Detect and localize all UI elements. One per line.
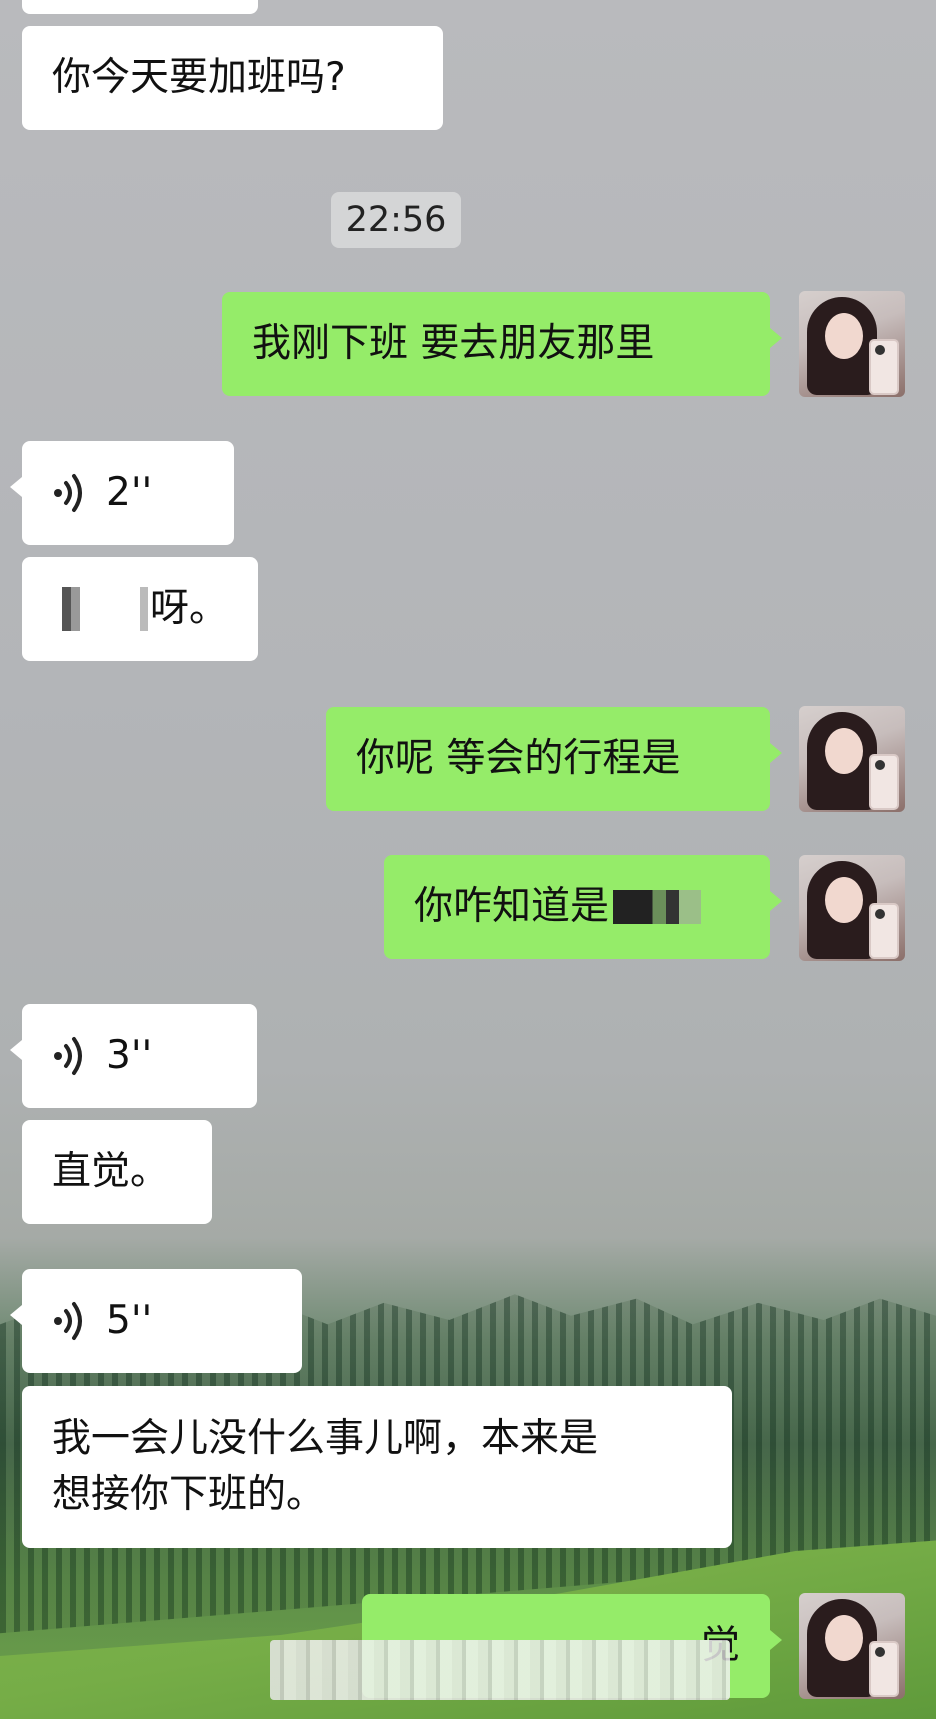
voice-wave-icon bbox=[54, 1037, 82, 1075]
avatar[interactable] bbox=[799, 1593, 905, 1699]
avatar[interactable] bbox=[799, 706, 905, 812]
message-bubble-self[interactable]: 我刚下班 要去朋友那里 bbox=[222, 292, 782, 396]
message-text: 直觉。 bbox=[52, 1149, 170, 1194]
avatar[interactable] bbox=[799, 291, 905, 397]
message-text: 你今天要加班吗? bbox=[52, 55, 346, 100]
message-text: 你呢 等会的行程是 bbox=[356, 736, 681, 781]
voice-message[interactable]: 2'' bbox=[10, 441, 234, 545]
voice-duration: 3'' bbox=[106, 1033, 153, 1078]
message-bubble[interactable]: 我一会儿没什么事儿啊，本来是 想接你下班的。 bbox=[22, 1386, 732, 1548]
timestamp-text: 22:56 bbox=[345, 200, 447, 240]
message-bubble[interactable]: 你今天要加班吗? bbox=[22, 26, 443, 130]
message-bubble-self[interactable]: 你咋知道是 bbox=[384, 855, 782, 959]
message-text: 你咋知道是 bbox=[414, 884, 610, 929]
message-bubble-partial[interactable] bbox=[22, 0, 258, 14]
message-bubble[interactable]: 直觉。 bbox=[22, 1120, 212, 1224]
voice-wave-icon bbox=[54, 474, 82, 512]
avatar[interactable] bbox=[799, 855, 905, 961]
message-text: 我刚下班 要去朋友那里 bbox=[252, 321, 655, 366]
voice-wave-icon bbox=[54, 1302, 82, 1340]
voice-message[interactable]: 3'' bbox=[10, 1004, 257, 1108]
message-text-line1: 我一会儿没什么事儿啊，本来是 bbox=[52, 1416, 599, 1461]
timestamp: 22:56 bbox=[331, 192, 461, 248]
voice-duration: 2'' bbox=[106, 470, 153, 515]
message-text: 呀。 bbox=[149, 586, 228, 631]
voice-duration: 5'' bbox=[106, 1298, 153, 1343]
message-bubble[interactable]: 呀。 bbox=[22, 557, 258, 661]
redaction-mosaic bbox=[62, 587, 80, 631]
voice-message[interactable]: 5'' bbox=[10, 1269, 302, 1373]
redaction-mosaic bbox=[270, 1640, 730, 1700]
redaction-mosaic bbox=[613, 890, 702, 924]
redaction-mosaic bbox=[139, 587, 148, 631]
message-bubble-self[interactable]: 你呢 等会的行程是 bbox=[326, 707, 782, 811]
message-text-line2: 想接你下班的。 bbox=[52, 1472, 326, 1517]
